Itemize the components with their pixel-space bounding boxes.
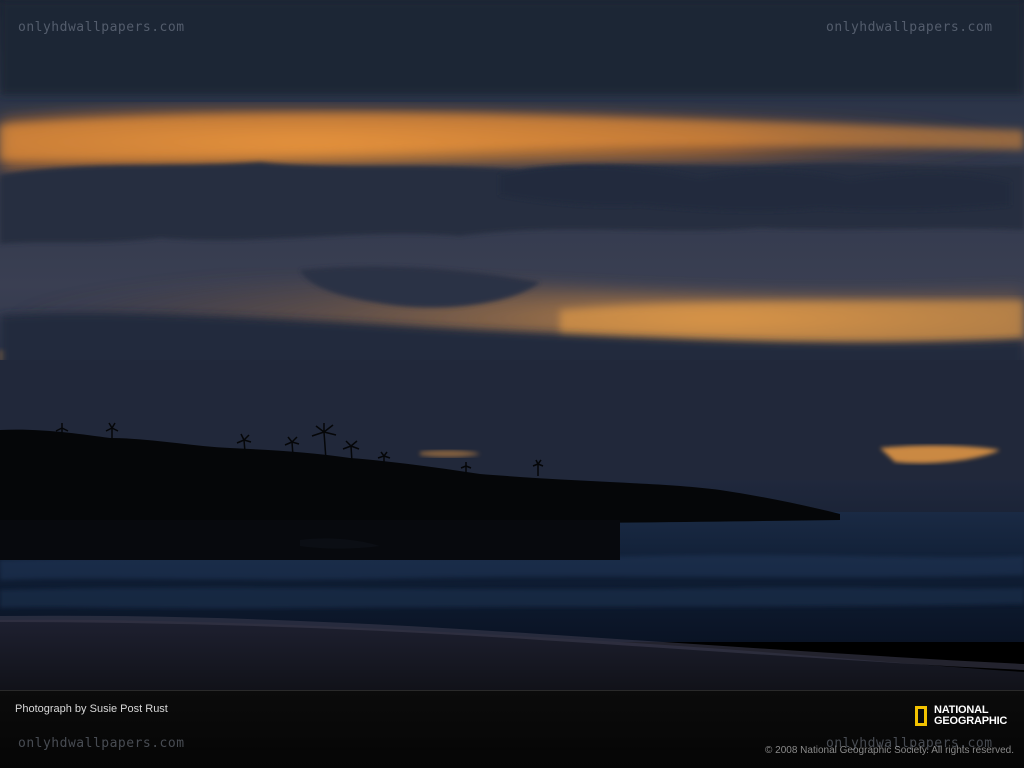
- watermark-bottom-right: onlyhdwallpapers.com: [826, 736, 993, 751]
- sunset-photo: [0, 0, 1024, 690]
- national-geographic-logo: NATIONAL GEOGRAPHIC: [915, 703, 1007, 729]
- watermark-top-left: onlyhdwallpapers.com: [18, 20, 185, 35]
- wallpaper-frame: onlyhdwallpapers.com onlyhdwallpapers.co…: [0, 0, 1024, 768]
- caption-bar: Photograph by Susie Post Rust NATIONAL G…: [0, 690, 1024, 768]
- watermark-bottom-left: onlyhdwallpapers.com: [18, 736, 185, 751]
- logo-line-2: GEOGRAPHIC: [934, 715, 1008, 727]
- yellow-frame-icon: [915, 706, 927, 726]
- watermark-top-right: onlyhdwallpapers.com: [826, 20, 993, 35]
- photo-credit: Photograph by Susie Post Rust: [15, 703, 168, 715]
- logo-wordmark: NATIONAL GEOGRAPHIC: [934, 705, 1007, 727]
